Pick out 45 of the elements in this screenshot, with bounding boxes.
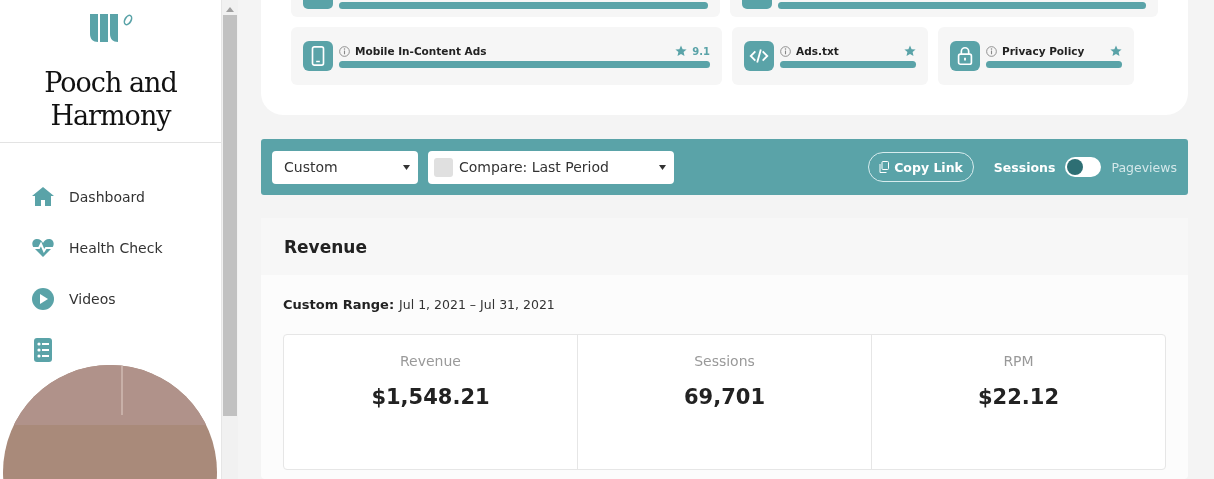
range-label: Custom Range: <box>283 297 395 312</box>
checkbox[interactable] <box>434 157 453 177</box>
toggle-label: Pageviews <box>1111 159 1177 175</box>
lock-icon <box>950 41 980 71</box>
star-icon <box>904 45 916 57</box>
stat-label: Revenue <box>400 353 461 369</box>
nav-item[interactable] <box>31 338 55 362</box>
info-icon <box>339 45 350 57</box>
checklist-icon <box>31 338 55 362</box>
phone-icon <box>303 41 333 71</box>
home-icon <box>31 185 55 209</box>
scroll-up-icon <box>226 6 234 12</box>
score: 9.1 <box>692 45 710 57</box>
stat-value: $1,548.21 <box>371 385 490 409</box>
stat-label: RPM <box>1003 353 1034 369</box>
nav-item[interactable]: Dashboard <box>31 185 145 209</box>
logo-icon <box>87 12 134 44</box>
nav-item[interactable]: Health Check <box>31 236 163 260</box>
nav-item[interactable]: Videos <box>31 287 116 311</box>
info-icon <box>986 45 997 57</box>
stat-label: Sessions <box>694 353 755 369</box>
stat-value: $22.12 <box>977 385 1059 409</box>
range-value: Jul 1, 2021 – Jul 31, 2021 <box>399 297 555 312</box>
caret-icon <box>403 164 410 170</box>
star-icon <box>1110 45 1122 57</box>
range-dropdown[interactable]: Custom <box>272 150 418 184</box>
compare-dropdown[interactable]: Compare: Last Period <box>428 150 674 184</box>
heartbeat-icon <box>31 236 55 260</box>
item-title: Ads.txt <box>796 45 840 57</box>
item-title: Mobile In-Content Ads <box>355 45 488 57</box>
card-title: Revenue <box>284 236 367 257</box>
card-icon <box>303 0 333 9</box>
item-title: Privacy Policy <box>1002 45 1086 57</box>
stat-value: 69,701 <box>683 385 765 409</box>
star-icon <box>675 45 688 57</box>
info-icon <box>780 45 791 57</box>
play-icon <box>31 287 55 311</box>
toggle-switch[interactable] <box>1065 157 1102 177</box>
site-name: Pooch and Harmony <box>43 66 178 132</box>
copy-icon <box>879 161 890 173</box>
card-icon <box>741 0 772 9</box>
code-icon <box>744 41 774 71</box>
toggle-label: Sessions <box>993 159 1056 175</box>
scrollbar-thumb[interactable] <box>223 15 237 416</box>
caret-icon <box>659 164 666 170</box>
